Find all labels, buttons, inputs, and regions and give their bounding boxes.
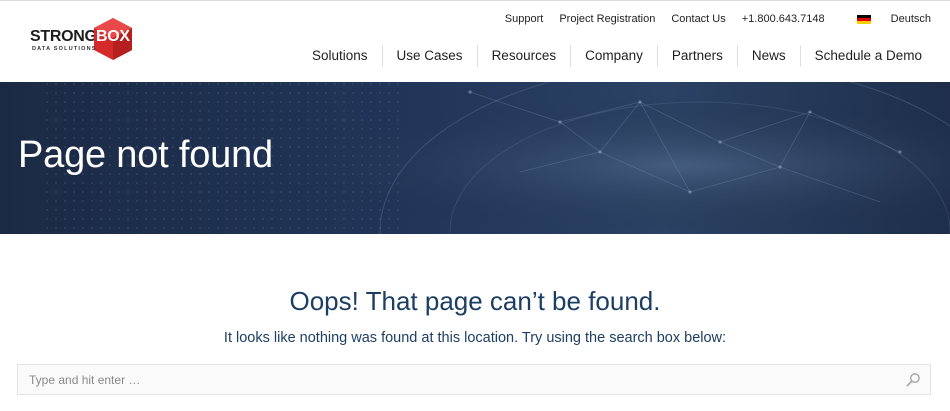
language-label: Deutsch <box>890 13 931 25</box>
logo-word-box: BOX <box>96 28 130 45</box>
support-link[interactable]: Support <box>505 13 544 25</box>
nav-item-use-cases[interactable]: Use Cases <box>381 45 477 67</box>
error-heading: Oops! That page can’t be found. <box>289 286 661 316</box>
top-utility-bar: Support Project Registration Contact Us … <box>489 13 931 25</box>
phone-link[interactable]: +1.800.643.7148 <box>742 13 825 25</box>
page-title: Page not found <box>18 134 273 176</box>
site-header: STRONG BOX DATA SOLUTIONS Support Projec… <box>0 0 950 82</box>
search-box <box>17 364 931 395</box>
hero-banner: Page not found <box>0 82 950 234</box>
nav-item-resources[interactable]: Resources <box>476 45 571 67</box>
strongbox-logo[interactable]: STRONG BOX DATA SOLUTIONS <box>30 18 134 60</box>
nav-item-solutions[interactable]: Solutions <box>298 45 382 67</box>
nav-item-schedule-demo[interactable]: Schedule a Demo <box>799 45 936 67</box>
german-flag-icon <box>856 14 871 24</box>
project-registration-link[interactable]: Project Registration <box>559 13 655 25</box>
language-switcher[interactable]: Deutsch <box>841 13 931 25</box>
search-icon[interactable] <box>906 372 921 387</box>
nav-item-company[interactable]: Company <box>570 45 657 67</box>
nav-item-news[interactable]: News <box>736 45 800 67</box>
main-nav: Solutions Use Cases Resources Company Pa… <box>298 45 936 67</box>
nav-item-partners[interactable]: Partners <box>656 45 737 67</box>
logo-tagline: DATA SOLUTIONS <box>32 46 97 52</box>
contact-us-link[interactable]: Contact Us <box>671 13 725 25</box>
logo-word-strong: STRONG <box>30 28 97 45</box>
error-message: It looks like nothing was found at this … <box>223 330 727 346</box>
search-input[interactable] <box>18 365 898 394</box>
